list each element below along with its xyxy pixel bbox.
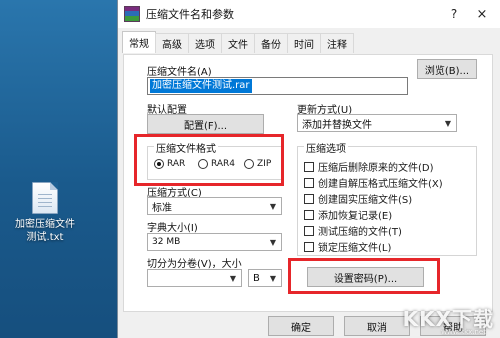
checkbox-icon — [304, 177, 314, 188]
option-solid-archive[interactable]: 创建固实压缩文件(S) — [304, 191, 412, 206]
checkbox-icon — [304, 209, 314, 220]
chevron-down-icon: ▼ — [229, 274, 237, 283]
checkbox-icon — [304, 241, 314, 252]
format-highlight-box — [134, 134, 284, 186]
split-unit-select[interactable]: B ▼ — [248, 269, 282, 287]
option-delete-after[interactable]: 压缩后删除原来的文件(D) — [304, 159, 434, 174]
checkbox-icon — [304, 193, 314, 204]
dialog-title: 压缩文件名和参数 — [146, 8, 234, 21]
option-recovery-record[interactable]: 添加恢复记录(E) — [304, 207, 392, 222]
tab-advanced[interactable]: 高级 — [155, 33, 189, 53]
option-lock-archive[interactable]: 锁定压缩文件(L) — [304, 239, 391, 254]
password-highlight-box — [288, 258, 440, 294]
method-select[interactable]: 标准 ▼ — [147, 197, 282, 215]
desktop-background — [0, 0, 120, 338]
watermark-url: www.kkx.net — [441, 328, 486, 336]
split-size-input[interactable]: ▼ — [147, 269, 242, 287]
option-create-sfx[interactable]: 创建自解压格式压缩文件(X) — [304, 175, 443, 190]
browse-button[interactable]: 浏览(B)... — [417, 59, 477, 79]
option-test-files[interactable]: 测试压缩的文件(T) — [304, 223, 402, 238]
checkbox-icon — [304, 225, 314, 236]
tab-backup[interactable]: 备份 — [254, 33, 288, 53]
tab-strip: 常规 高级 选项 文件 备份 时间 注释 — [122, 31, 354, 53]
desktop-file-icon[interactable]: 加密压缩文件 测试.txt — [4, 182, 86, 244]
options-group-title: 压缩选项 — [304, 140, 348, 155]
close-button[interactable]: × — [468, 3, 496, 25]
tab-time[interactable]: 时间 — [287, 33, 321, 53]
dict-size-label: 字典大小(I) — [147, 223, 198, 234]
chevron-down-icon: ▼ — [269, 202, 277, 211]
dict-size-select[interactable]: 32 MB ▼ — [147, 233, 282, 251]
text-file-icon — [32, 182, 58, 214]
chevron-down-icon: ▼ — [269, 274, 277, 283]
chevron-down-icon: ▼ — [444, 119, 452, 128]
cancel-button[interactable]: 取消 — [344, 316, 410, 336]
chevron-down-icon: ▼ — [269, 238, 277, 247]
tab-comment[interactable]: 注释 — [320, 33, 354, 53]
desktop-file-label: 加密压缩文件 测试.txt — [15, 219, 75, 243]
tab-options[interactable]: 选项 — [188, 33, 222, 53]
archive-name-input[interactable]: 加密压缩文件测试.rar — [147, 77, 408, 95]
help-title-button[interactable]: ? — [440, 3, 468, 25]
title-bar: 压缩文件名和参数 ? × — [118, 0, 500, 28]
archive-name-value: 加密压缩文件测试.rar — [150, 79, 252, 93]
checkbox-icon — [304, 161, 314, 172]
options-group: 压缩选项 压缩后删除原来的文件(D) 创建自解压格式压缩文件(X) 创建固实压缩… — [297, 140, 477, 256]
profile-button[interactable]: 配置(F)... — [147, 114, 264, 134]
winrar-app-icon — [124, 6, 140, 22]
archive-name-label: 压缩文件名(A) — [147, 67, 212, 78]
update-mode-select[interactable]: 添加并替换文件 ▼ — [297, 114, 457, 132]
tab-general[interactable]: 常规 — [122, 31, 156, 53]
ok-button[interactable]: 确定 — [268, 316, 334, 336]
tab-files[interactable]: 文件 — [221, 33, 255, 53]
split-volume-label: 切分为分卷(V)，大小 — [147, 259, 242, 270]
